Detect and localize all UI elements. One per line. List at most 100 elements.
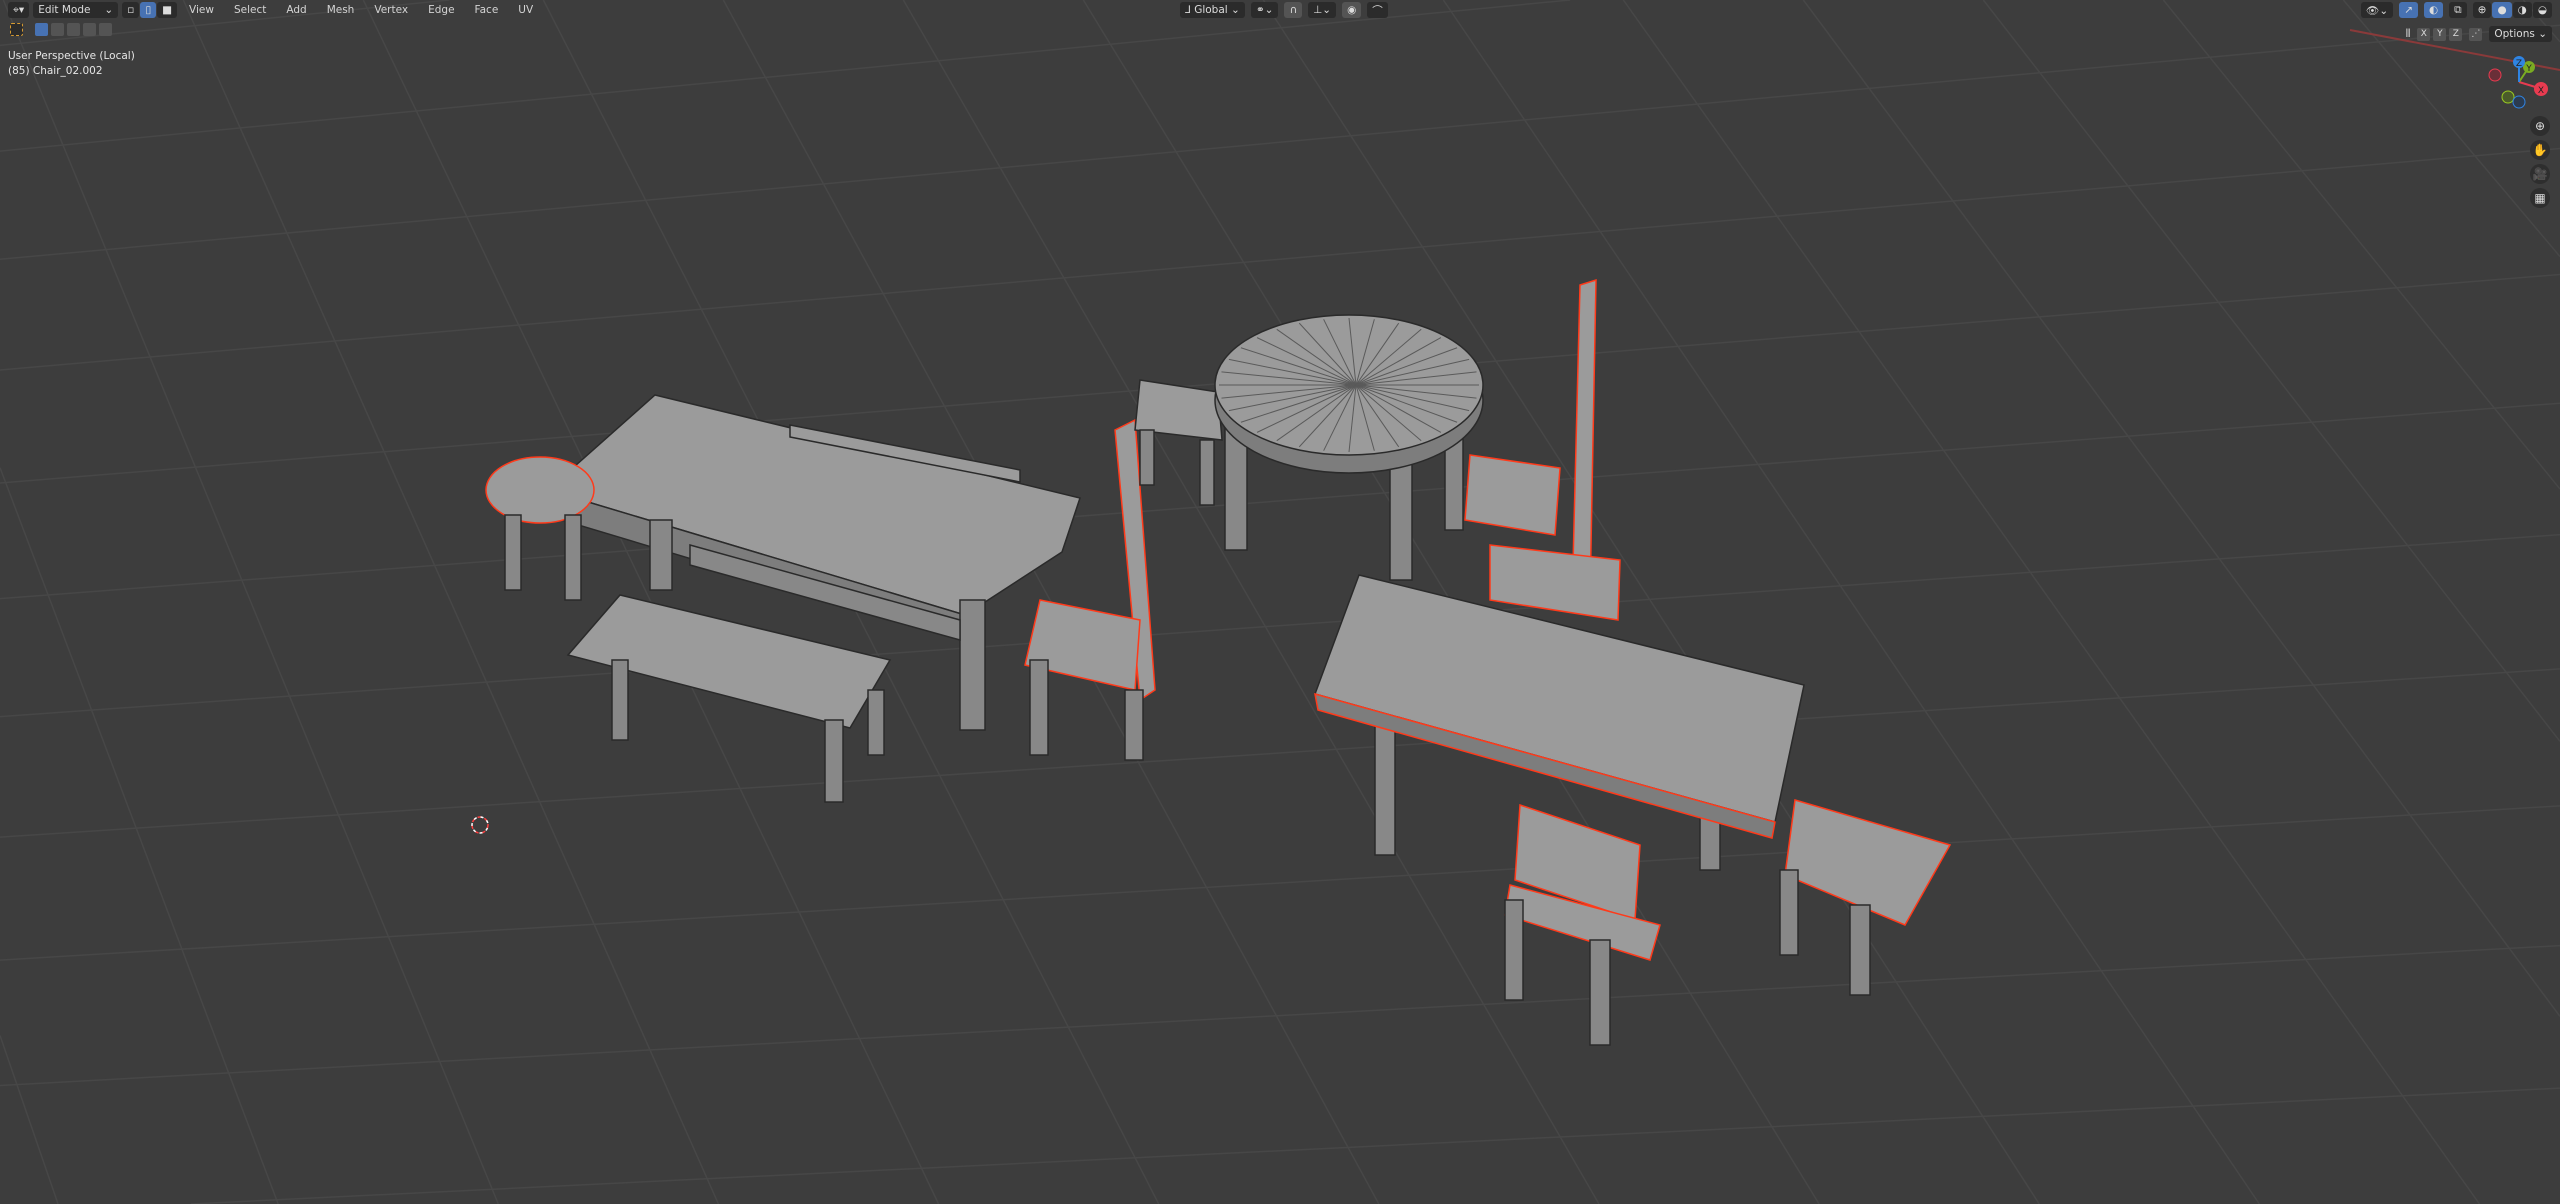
rendered-shading-button[interactable]: ◒	[2532, 2, 2552, 18]
wireframe-icon: ⊕	[2477, 4, 2487, 16]
topology-mirror-toggle[interactable]: ⋰	[2469, 27, 2483, 41]
transform-controls: ⅃ Global ⌄ ⚭⌄ ∩ ⊥⌄ ◉ ⌒	[1180, 2, 1388, 18]
hand-icon: ✋	[2532, 143, 2548, 157]
object-info: (85) Chair_02.002	[8, 65, 103, 77]
chevron-down-icon: ⌄	[104, 4, 114, 16]
floor-grid	[0, 0, 2560, 1204]
visibility-dropdown[interactable]: 👁⌄	[2361, 2, 2394, 18]
edge-select-button[interactable]: ▯	[140, 2, 157, 18]
magnet-icon: ∩	[1289, 4, 1298, 16]
overlay-toggle[interactable]: ◐	[2424, 2, 2444, 18]
front-bench	[566, 594, 892, 803]
grid-line	[0, 533, 2560, 718]
menu-view[interactable]: View	[181, 4, 222, 16]
mirror-x-toggle[interactable]: X	[2417, 27, 2431, 41]
orientation-label: Global	[1194, 4, 1228, 16]
topology-icon: ⋰	[2471, 29, 2481, 39]
face-select-button[interactable]: ■	[157, 2, 178, 18]
grid-line	[1622, 0, 2481, 1204]
mirror-options: ⫴ X Y Z ⋰ Options ⌄	[2406, 26, 2552, 42]
grid-line	[0, 805, 2560, 961]
solid-shading-button[interactable]: ●	[2492, 2, 2512, 18]
navigation-gizmo[interactable]: X Y Z	[2488, 56, 2548, 109]
view-name: User Perspective (Local)	[8, 50, 135, 62]
eye-icon: 👁⌄	[2366, 4, 2389, 17]
select-extend-icon[interactable]	[51, 23, 64, 36]
snap-dropdown[interactable]: ⊥⌄	[1308, 2, 1337, 18]
falloff-dropdown[interactable]: ⌒	[1367, 2, 1388, 18]
pivot-dropdown[interactable]: ⚭⌄	[1250, 2, 1279, 18]
round-table	[1214, 314, 1484, 581]
ortho-toggle-button[interactable]: ▦	[2530, 188, 2550, 208]
camera-view-button[interactable]: 🎥	[2530, 164, 2550, 184]
gizmo-z-label: Z	[2516, 59, 2522, 69]
rendered-icon: ◒	[2537, 4, 2547, 16]
select-intersect-icon[interactable]	[99, 23, 112, 36]
mode-label: Edit Mode	[38, 4, 91, 16]
xray-icon: ⧉	[2454, 3, 2462, 16]
grid-line	[2, 0, 500, 1204]
overlay-icon: ◐	[2429, 4, 2439, 16]
menu-vertex[interactable]: Vertex	[366, 4, 416, 16]
3d-viewport-icon: ⌖▾	[13, 3, 25, 16]
mirror-y-toggle[interactable]: Y	[2433, 27, 2447, 41]
grid-line	[0, 24, 2560, 261]
grid-line	[0, 944, 2560, 1087]
viewport-info: User Perspective (Local) (85) Chair_02.0…	[8, 49, 135, 79]
mirror-z-toggle[interactable]: Z	[2449, 27, 2463, 41]
options-label: Options	[2494, 28, 2535, 40]
grid-line	[902, 0, 1600, 1204]
grid-line	[0, 1035, 59, 1204]
menu-face[interactable]: Face	[467, 4, 507, 16]
select-invert-icon[interactable]	[83, 23, 96, 36]
grid-line	[0, 0, 1571, 152]
grid-line	[0, 467, 279, 1204]
camera-icon: 🎥	[2532, 167, 2548, 181]
pivot-icon: ⚭⌄	[1255, 4, 1274, 16]
3d-viewport[interactable]: X Y Z	[0, 0, 2560, 1204]
pan-view-button[interactable]: ✋	[2530, 140, 2550, 160]
gizmo-toggle[interactable]: ↗	[2399, 2, 2418, 18]
zoom-view-button[interactable]: ⊕	[2530, 116, 2550, 136]
proportional-edit-toggle[interactable]: ◉	[1342, 2, 1362, 18]
gizmo-y-label: Y	[2525, 64, 2532, 74]
mode-dropdown[interactable]: Edit Mode ⌄	[33, 2, 119, 18]
snap-toggle[interactable]: ∩	[1284, 2, 1303, 18]
solid-sphere-icon: ●	[2497, 4, 2507, 16]
wireframe-shading-button[interactable]: ⊕	[2472, 2, 2492, 18]
chair-front	[1504, 803, 1661, 1046]
select-new-icon[interactable]	[35, 23, 48, 36]
material-shading-button[interactable]: ◑	[2512, 2, 2532, 18]
round-stool	[485, 456, 595, 601]
options-dropdown[interactable]: Options ⌄	[2489, 26, 2552, 42]
select-tool-icon[interactable]	[10, 23, 23, 36]
orientation-icon: ⅃	[1185, 4, 1191, 16]
3d-cursor-icon	[471, 816, 489, 834]
menu-uv[interactable]: UV	[510, 4, 541, 16]
select-subtract-icon[interactable]	[67, 23, 80, 36]
tall-chair-right	[1464, 278, 1621, 621]
menu-mesh[interactable]: Mesh	[319, 4, 363, 16]
tool-row	[10, 23, 112, 36]
proportional-icon: ◉	[1347, 4, 1357, 16]
material-icon: ◑	[2517, 4, 2527, 16]
grid-line	[190, 1087, 2560, 1204]
orientation-dropdown[interactable]: ⅃ Global ⌄	[1180, 2, 1245, 18]
grid-line	[0, 668, 2560, 838]
back-stool	[1134, 379, 1223, 506]
falloff-curve-icon: ⌒	[1372, 4, 1383, 17]
menu-edge[interactable]: Edge	[420, 4, 462, 16]
viewport-right-header: 👁⌄ ↗ ◐ ⧉ ⊕ ● ◑ ◒	[2361, 2, 2552, 18]
gizmo-x-label: X	[2538, 86, 2544, 96]
zoom-icon: ⊕	[2534, 119, 2546, 133]
editor-type-button[interactable]: ⌖▾	[8, 2, 30, 18]
snap-increment-icon: ⊥⌄	[1313, 4, 1332, 16]
mirror-icon: ⫴	[2405, 27, 2411, 40]
grid-icon: ▦	[2534, 191, 2546, 205]
right-stool	[1779, 799, 1952, 996]
xray-toggle[interactable]: ⧉	[2449, 2, 2467, 18]
gizmo-icon: ↗	[2404, 4, 2413, 16]
vertex-select-button[interactable]: ▫	[122, 2, 140, 18]
menu-select[interactable]: Select	[226, 4, 274, 16]
menu-add[interactable]: Add	[278, 4, 314, 16]
